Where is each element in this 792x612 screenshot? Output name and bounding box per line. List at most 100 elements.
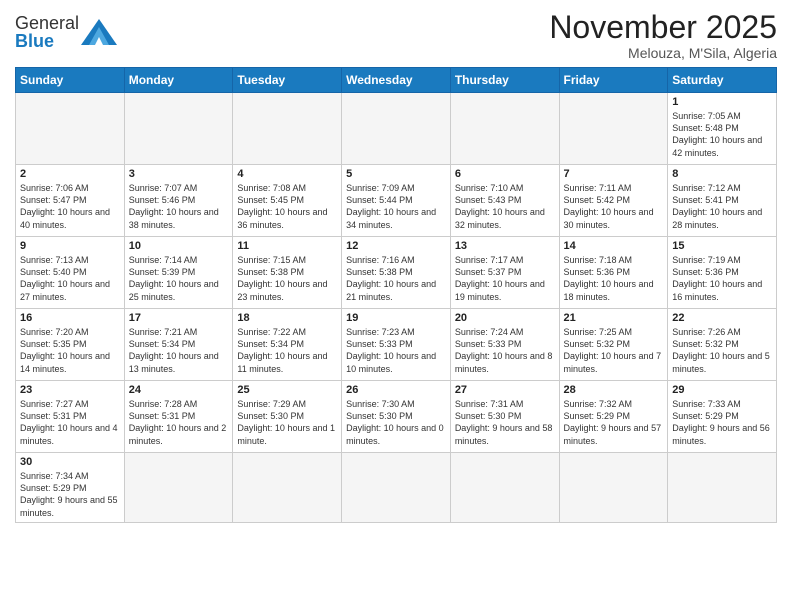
day-number: 6 <box>455 168 555 180</box>
day-info: Sunrise: 7:05 AMSunset: 5:48 PMDaylight:… <box>672 111 762 157</box>
empty-cell <box>559 453 668 523</box>
table-row: 1 Sunrise: 7:05 AMSunset: 5:48 PMDayligh… <box>668 93 777 165</box>
table-row: 17 Sunrise: 7:21 AMSunset: 5:34 PMDaylig… <box>124 309 233 381</box>
header-wednesday: Wednesday <box>342 68 451 93</box>
calendar-row: 30 Sunrise: 7:34 AMSunset: 5:29 PMDaylig… <box>16 453 777 523</box>
table-row: 28 Sunrise: 7:32 AMSunset: 5:29 PMDaylig… <box>559 381 668 453</box>
day-number: 26 <box>346 384 446 396</box>
table-row: 27 Sunrise: 7:31 AMSunset: 5:30 PMDaylig… <box>450 381 559 453</box>
logo-blue: Blue <box>15 31 54 51</box>
day-number: 27 <box>455 384 555 396</box>
header-sunday: Sunday <box>16 68 125 93</box>
empty-cell <box>233 453 342 523</box>
day-info: Sunrise: 7:25 AMSunset: 5:32 PMDaylight:… <box>564 327 662 373</box>
header-friday: Friday <box>559 68 668 93</box>
table-row: 15 Sunrise: 7:19 AMSunset: 5:36 PMDaylig… <box>668 237 777 309</box>
day-info: Sunrise: 7:26 AMSunset: 5:32 PMDaylight:… <box>672 327 770 373</box>
day-info: Sunrise: 7:32 AMSunset: 5:29 PMDaylight:… <box>564 399 662 445</box>
month-title: November 2025 <box>549 10 777 45</box>
day-info: Sunrise: 7:18 AMSunset: 5:36 PMDaylight:… <box>564 255 654 301</box>
day-info: Sunrise: 7:29 AMSunset: 5:30 PMDaylight:… <box>237 399 335 445</box>
calendar-row: 16 Sunrise: 7:20 AMSunset: 5:35 PMDaylig… <box>16 309 777 381</box>
table-row: 13 Sunrise: 7:17 AMSunset: 5:37 PMDaylig… <box>450 237 559 309</box>
table-row: 4 Sunrise: 7:08 AMSunset: 5:45 PMDayligh… <box>233 165 342 237</box>
calendar-row: 23 Sunrise: 7:27 AMSunset: 5:31 PMDaylig… <box>16 381 777 453</box>
table-row: 19 Sunrise: 7:23 AMSunset: 5:33 PMDaylig… <box>342 309 451 381</box>
logo: General Blue <box>15 14 117 50</box>
day-number: 17 <box>129 312 229 324</box>
day-info: Sunrise: 7:15 AMSunset: 5:38 PMDaylight:… <box>237 255 327 301</box>
empty-cell <box>16 93 125 165</box>
table-row: 14 Sunrise: 7:18 AMSunset: 5:36 PMDaylig… <box>559 237 668 309</box>
table-row: 18 Sunrise: 7:22 AMSunset: 5:34 PMDaylig… <box>233 309 342 381</box>
table-row: 7 Sunrise: 7:11 AMSunset: 5:42 PMDayligh… <box>559 165 668 237</box>
calendar-table: Sunday Monday Tuesday Wednesday Thursday… <box>15 67 777 523</box>
calendar-row: 9 Sunrise: 7:13 AMSunset: 5:40 PMDayligh… <box>16 237 777 309</box>
day-number: 5 <box>346 168 446 180</box>
table-row: 30 Sunrise: 7:34 AMSunset: 5:29 PMDaylig… <box>16 453 125 523</box>
day-number: 28 <box>564 384 664 396</box>
day-number: 29 <box>672 384 772 396</box>
day-number: 14 <box>564 240 664 252</box>
page: General Blue November 2025 Melouza, M'Si… <box>0 0 792 612</box>
header-saturday: Saturday <box>668 68 777 93</box>
day-info: Sunrise: 7:11 AMSunset: 5:42 PMDaylight:… <box>564 183 654 229</box>
day-info: Sunrise: 7:10 AMSunset: 5:43 PMDaylight:… <box>455 183 545 229</box>
table-row: 12 Sunrise: 7:16 AMSunset: 5:38 PMDaylig… <box>342 237 451 309</box>
day-info: Sunrise: 7:20 AMSunset: 5:35 PMDaylight:… <box>20 327 110 373</box>
weekday-header-row: Sunday Monday Tuesday Wednesday Thursday… <box>16 68 777 93</box>
day-info: Sunrise: 7:14 AMSunset: 5:39 PMDaylight:… <box>129 255 219 301</box>
day-info: Sunrise: 7:23 AMSunset: 5:33 PMDaylight:… <box>346 327 436 373</box>
day-info: Sunrise: 7:24 AMSunset: 5:33 PMDaylight:… <box>455 327 553 373</box>
day-number: 25 <box>237 384 337 396</box>
location: Melouza, M'Sila, Algeria <box>549 45 777 61</box>
empty-cell <box>342 453 451 523</box>
table-row: 3 Sunrise: 7:07 AMSunset: 5:46 PMDayligh… <box>124 165 233 237</box>
table-row: 16 Sunrise: 7:20 AMSunset: 5:35 PMDaylig… <box>16 309 125 381</box>
day-number: 21 <box>564 312 664 324</box>
day-number: 19 <box>346 312 446 324</box>
day-number: 10 <box>129 240 229 252</box>
table-row: 9 Sunrise: 7:13 AMSunset: 5:40 PMDayligh… <box>16 237 125 309</box>
table-row: 24 Sunrise: 7:28 AMSunset: 5:31 PMDaylig… <box>124 381 233 453</box>
day-info: Sunrise: 7:19 AMSunset: 5:36 PMDaylight:… <box>672 255 762 301</box>
day-info: Sunrise: 7:08 AMSunset: 5:45 PMDaylight:… <box>237 183 327 229</box>
table-row: 23 Sunrise: 7:27 AMSunset: 5:31 PMDaylig… <box>16 381 125 453</box>
empty-cell <box>124 453 233 523</box>
table-row: 2 Sunrise: 7:06 AMSunset: 5:47 PMDayligh… <box>16 165 125 237</box>
table-row: 8 Sunrise: 7:12 AMSunset: 5:41 PMDayligh… <box>668 165 777 237</box>
table-row: 6 Sunrise: 7:10 AMSunset: 5:43 PMDayligh… <box>450 165 559 237</box>
day-number: 11 <box>237 240 337 252</box>
day-number: 23 <box>20 384 120 396</box>
table-row: 5 Sunrise: 7:09 AMSunset: 5:44 PMDayligh… <box>342 165 451 237</box>
day-info: Sunrise: 7:21 AMSunset: 5:34 PMDaylight:… <box>129 327 219 373</box>
day-number: 4 <box>237 168 337 180</box>
day-number: 2 <box>20 168 120 180</box>
day-number: 3 <box>129 168 229 180</box>
table-row: 10 Sunrise: 7:14 AMSunset: 5:39 PMDaylig… <box>124 237 233 309</box>
empty-cell <box>342 93 451 165</box>
day-number: 1 <box>672 96 772 108</box>
header-monday: Monday <box>124 68 233 93</box>
day-info: Sunrise: 7:22 AMSunset: 5:34 PMDaylight:… <box>237 327 327 373</box>
table-row: 26 Sunrise: 7:30 AMSunset: 5:30 PMDaylig… <box>342 381 451 453</box>
empty-cell <box>668 453 777 523</box>
calendar-row: 1 Sunrise: 7:05 AMSunset: 5:48 PMDayligh… <box>16 93 777 165</box>
day-number: 8 <box>672 168 772 180</box>
empty-cell <box>559 93 668 165</box>
title-block: November 2025 Melouza, M'Sila, Algeria <box>549 10 777 61</box>
day-info: Sunrise: 7:34 AMSunset: 5:29 PMDaylight:… <box>20 471 118 517</box>
day-info: Sunrise: 7:33 AMSunset: 5:29 PMDaylight:… <box>672 399 770 445</box>
day-info: Sunrise: 7:12 AMSunset: 5:41 PMDaylight:… <box>672 183 762 229</box>
table-row: 22 Sunrise: 7:26 AMSunset: 5:32 PMDaylig… <box>668 309 777 381</box>
table-row: 21 Sunrise: 7:25 AMSunset: 5:32 PMDaylig… <box>559 309 668 381</box>
day-number: 15 <box>672 240 772 252</box>
day-number: 22 <box>672 312 772 324</box>
logo-general: General <box>15 13 79 33</box>
day-number: 30 <box>20 456 120 468</box>
header: General Blue November 2025 Melouza, M'Si… <box>15 10 777 61</box>
day-number: 12 <box>346 240 446 252</box>
empty-cell <box>233 93 342 165</box>
day-info: Sunrise: 7:09 AMSunset: 5:44 PMDaylight:… <box>346 183 436 229</box>
empty-cell <box>450 93 559 165</box>
